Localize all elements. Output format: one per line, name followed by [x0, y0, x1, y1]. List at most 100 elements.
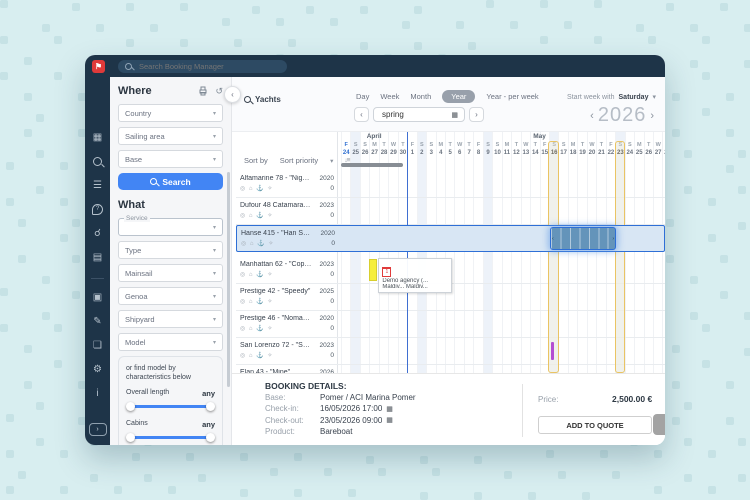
yacht-row-7[interactable]: San Lorenzo 72 - "Santo - ...2023◎ ⌂ ⚓ ✧…: [236, 338, 665, 365]
pattern-dot: [378, 468, 386, 476]
tab-week[interactable]: Week: [380, 92, 399, 101]
rail-divider: [91, 278, 104, 279]
resize-handle-left[interactable]: ‹: [552, 236, 554, 242]
yacht-row-2[interactable]: Dufour 48 Catamaran - "V...2023◎ ⌂ ⚓ ✧0: [236, 198, 665, 225]
sort-by-label[interactable]: Sort by: [244, 156, 268, 165]
yacht-rows: Alfamarine 78 - "Nighty"2020◎ ⌂ ⚓ ✧0Dufo…: [236, 171, 665, 392]
app-logo-icon[interactable]: ⚑: [92, 60, 105, 73]
pattern-dot: [702, 324, 710, 332]
prev-season-button[interactable]: ‹: [354, 107, 369, 122]
next-year-button[interactable]: ›: [650, 110, 654, 122]
slider-overall-length[interactable]: Overall lengthany: [126, 389, 215, 411]
pattern-dot: [612, 471, 620, 479]
purple-booking-marker[interactable]: [551, 342, 554, 360]
chevron-down-icon: ▾: [213, 156, 216, 163]
pattern-dot: [594, 36, 602, 44]
calendar-icon[interactable]: ▦: [386, 417, 393, 425]
chevron-down-icon[interactable]: ▾: [330, 157, 332, 165]
pattern-dot: [60, 486, 68, 494]
tab-day[interactable]: Day: [356, 92, 369, 101]
tools-icon[interactable]: ✎: [85, 315, 110, 328]
contacts-icon[interactable]: ▤: [85, 251, 110, 264]
vertical-scrollbar[interactable]: [653, 414, 665, 435]
history-icon[interactable]: ↺: [215, 86, 223, 97]
yacht-row-6[interactable]: Prestige 46 - "Nomadic"2020◎ ⌂ ⚓ ✧0: [236, 311, 665, 338]
sort-icon[interactable]: ↓≡: [344, 157, 349, 164]
calendar-icon[interactable]: ▦: [85, 131, 110, 144]
select-country[interactable]: Country▾: [118, 104, 223, 122]
pattern-dot: [540, 36, 548, 44]
settings-icon[interactable]: ⚙: [85, 363, 110, 376]
season-navigator: ‹ ▦ ›: [354, 107, 484, 122]
season-search[interactable]: ▦: [373, 107, 465, 122]
horizontal-scrollbar[interactable]: [341, 163, 403, 167]
pattern-dot: [528, 492, 536, 500]
select-base[interactable]: Base▾: [118, 150, 223, 168]
season-input[interactable]: [380, 109, 451, 120]
chat-question-icon[interactable]: ?: [85, 203, 110, 216]
slider-knob-min[interactable]: [126, 402, 135, 411]
pattern-dot: [366, 456, 374, 464]
next-season-button[interactable]: ›: [469, 107, 484, 122]
pattern-dot: [720, 291, 728, 299]
select-model[interactable]: Model▾: [118, 333, 223, 351]
select-genoa[interactable]: Genoa▾: [118, 287, 223, 305]
filter-scrollbar[interactable]: [227, 172, 230, 387]
selected-booking-bar[interactable]: ‹›: [550, 227, 616, 250]
yacht-row-1[interactable]: Alfamarine 78 - "Nighty"2020◎ ⌂ ⚓ ✧0: [236, 171, 665, 198]
slider-knob-max[interactable]: [206, 433, 215, 442]
pattern-dot: [348, 489, 356, 497]
pattern-dot: [672, 93, 680, 101]
calendar-icon[interactable]: ▦: [451, 111, 458, 119]
tab-month[interactable]: Month: [410, 92, 431, 101]
pattern-dot: [6, 198, 14, 206]
slider-knob-max[interactable]: [206, 402, 215, 411]
yacht-row-3[interactable]: Hanse 415 - "Han Solo"2020◎ ⌂ ⚓ ✧0‹›: [236, 225, 665, 252]
info-icon[interactable]: i: [85, 387, 110, 400]
pattern-dot: [24, 129, 32, 137]
briefcase-icon[interactable]: ▣: [85, 291, 110, 304]
pattern-dot: [150, 24, 158, 32]
month-label-april: April: [341, 133, 407, 140]
service-select[interactable]: Service ▾: [118, 218, 223, 236]
sort-priority-label[interactable]: Sort priority: [280, 156, 318, 165]
pattern-dot: [582, 492, 590, 500]
pattern-dot: [60, 450, 68, 458]
pattern-dot: [420, 456, 428, 464]
pattern-dot: [720, 3, 728, 11]
search-icon: [244, 96, 251, 103]
prev-year-button[interactable]: ‹: [590, 110, 594, 122]
option-booking-bar[interactable]: [369, 259, 377, 281]
chevron-down-icon: ▾: [213, 316, 216, 323]
pattern-dot: [36, 114, 44, 122]
start-week-setting[interactable]: Start week with Saturday ▾: [567, 93, 656, 101]
resize-handle-right[interactable]: ›: [612, 236, 614, 242]
slider-cabins[interactable]: Cabinsany: [126, 420, 215, 442]
search-icon[interactable]: [85, 155, 110, 168]
collapse-panel-button[interactable]: ‹: [224, 86, 241, 103]
global-search[interactable]: [118, 60, 287, 73]
print-icon[interactable]: [198, 86, 208, 96]
add-to-quote-button[interactable]: ADD TO QUOTE: [538, 416, 652, 434]
search-button[interactable]: Search: [118, 173, 223, 190]
tab-year-per-week[interactable]: Year - per week: [486, 92, 538, 101]
tab-year[interactable]: Year: [442, 90, 475, 103]
filter-list-icon[interactable]: ☰: [85, 179, 110, 192]
expand-rail-button[interactable]: ›: [89, 423, 107, 436]
pattern-dot: [126, 3, 134, 11]
yacht-row-4[interactable]: Manhattan 62 - "Copycat -...2023◎ ⌂ ⚓ ✧0…: [236, 257, 665, 284]
handshake-icon[interactable]: ☌: [85, 227, 110, 240]
pattern-dot: [144, 474, 152, 482]
pattern-dot: [414, 6, 422, 14]
select-mainsail[interactable]: Mainsail▾: [118, 264, 223, 282]
select-sailing-area[interactable]: Sailing area▾: [118, 127, 223, 145]
calendar-icon[interactable]: ▦: [386, 406, 393, 414]
copy-icon[interactable]: ❏: [85, 339, 110, 352]
pattern-dot: [432, 468, 440, 476]
slider-knob-min[interactable]: [126, 433, 135, 442]
select-shipyard[interactable]: Shipyard▾: [118, 310, 223, 328]
global-search-input[interactable]: [137, 61, 280, 72]
select-type[interactable]: Type▾: [118, 241, 223, 259]
gantt-chart: F24S25S26M27T28W29T30F1S2S3M4T5W6T7F8S9S…: [232, 131, 665, 445]
pattern-dot: [672, 417, 680, 425]
